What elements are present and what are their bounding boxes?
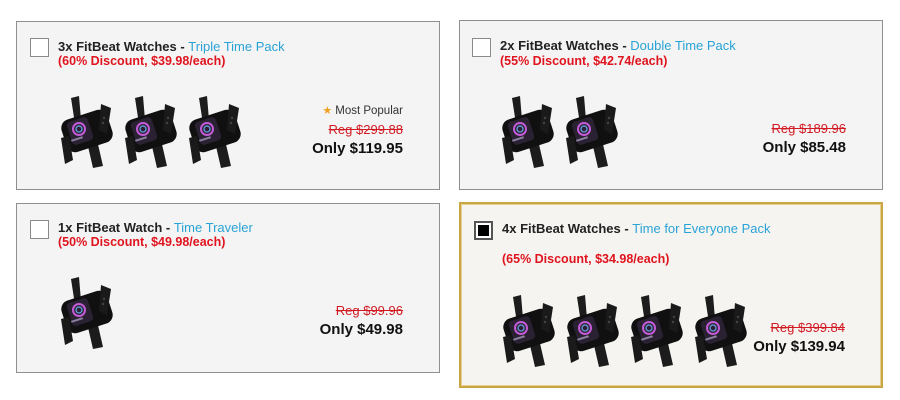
watch-image: [627, 293, 689, 374]
watch-image: [499, 293, 561, 374]
offer-price: Only $139.94: [753, 338, 845, 355]
offer-price: Only $85.48: [762, 139, 846, 156]
offer-card-4x[interactable]: 4x FitBeat Watches - Time for Everyone P…: [459, 202, 883, 388]
offer-title: 3x FitBeat Watches - Triple Time Pack: [58, 39, 285, 54]
offer-quantity-label: 3x FitBeat Watches: [58, 39, 177, 54]
offer-card-2x[interactable]: 2x FitBeat Watches - Double Time Pack (5…: [459, 20, 883, 190]
watch-images: [498, 94, 624, 175]
offer-card-1x[interactable]: 1x FitBeat Watch - Time Traveler (50% Di…: [16, 203, 440, 373]
offer-price: Only $119.95: [312, 140, 403, 157]
offer-title-separator: -: [176, 39, 189, 54]
offer-quantity-label: 1x FitBeat Watch: [58, 220, 163, 235]
offer-title: 4x FitBeat Watches - Time for Everyone P…: [502, 221, 771, 236]
regular-price: Reg $299.88: [328, 122, 403, 137]
watch-image: [563, 293, 625, 374]
watch-image: [562, 94, 624, 175]
offer-pack-name: Time for Everyone Pack: [632, 221, 771, 236]
offer-card-3x[interactable]: 3x FitBeat Watches - Triple Time Pack (6…: [16, 21, 440, 190]
offer-pack-name: Double Time Pack: [630, 38, 736, 53]
watch-images: [57, 275, 119, 356]
regular-price: Reg $399.84: [770, 320, 845, 335]
offer-checkbox[interactable]: [474, 221, 493, 240]
offer-checkbox[interactable]: [30, 220, 49, 239]
star-icon: ★: [322, 105, 333, 117]
watch-image: [57, 275, 119, 356]
regular-price: Reg $189.96: [771, 121, 846, 136]
watch-image: [57, 94, 119, 175]
watch-image: [691, 293, 753, 374]
offer-title-separator: -: [620, 221, 633, 236]
watch-image: [498, 94, 560, 175]
watch-images: [499, 293, 753, 374]
regular-price: Reg $99.96: [335, 303, 403, 318]
offer-discount: (50% Discount, $49.98/each): [58, 235, 226, 249]
offer-quantity-label: 4x FitBeat Watches: [502, 221, 621, 236]
offer-title-separator: -: [618, 38, 631, 53]
badge-label: Most Popular: [335, 105, 403, 117]
offer-pack-name: Time Traveler: [173, 220, 253, 235]
offer-quantity-label: 2x FitBeat Watches: [500, 38, 619, 53]
offer-discount: (55% Discount, $42.74/each): [500, 54, 668, 68]
offer-price: Only $49.98: [319, 321, 403, 338]
offer-title-separator: -: [162, 220, 174, 235]
offer-discount: (65% Discount, $34.98/each): [502, 252, 670, 266]
offer-title: 2x FitBeat Watches - Double Time Pack: [500, 38, 736, 53]
offer-pack-name: Triple Time Pack: [188, 39, 285, 54]
watch-images: [57, 94, 247, 175]
offer-checkbox[interactable]: [30, 38, 49, 57]
offer-checkbox[interactable]: [472, 38, 491, 57]
offer-discount: (60% Discount, $39.98/each): [58, 54, 226, 68]
offer-title: 1x FitBeat Watch - Time Traveler: [58, 220, 253, 235]
watch-image: [185, 94, 247, 175]
watch-image: [121, 94, 183, 175]
most-popular-badge: ★ Most Popular: [322, 104, 403, 117]
